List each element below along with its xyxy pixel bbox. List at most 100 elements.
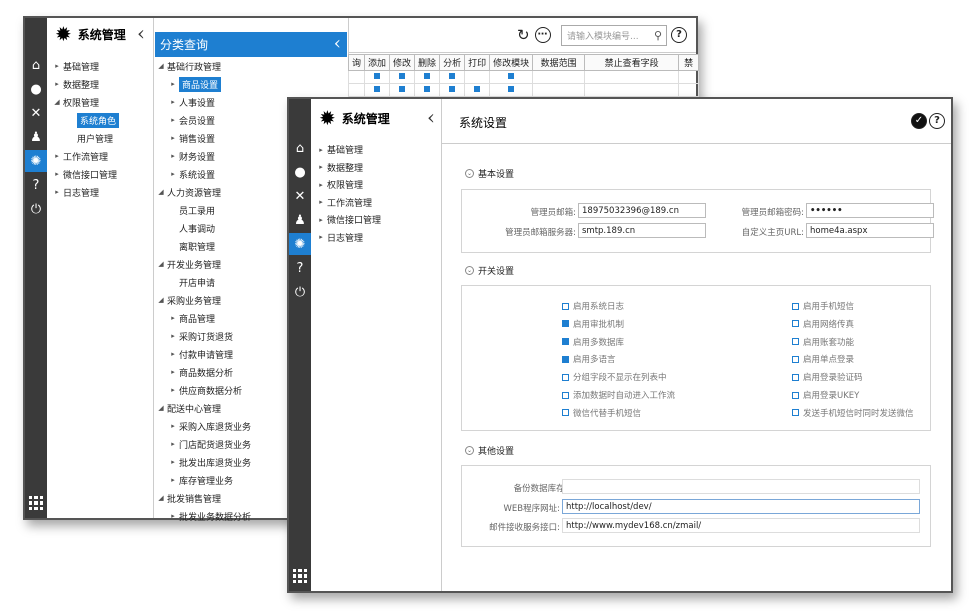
collapse-chevron-icon[interactable]: ‹ [334,33,341,54]
tree-item[interactable]: ▸ 商品管理 [155,309,251,327]
tools-icon[interactable]: ✕ [289,185,311,207]
tools-icon[interactable]: ✕ [25,102,47,124]
tree-item[interactable]: 人事调动 [155,219,251,237]
backup-path-field[interactable] [562,479,920,494]
checkbox[interactable] [792,391,799,399]
checkbox[interactable] [792,338,799,346]
sidebar-item[interactable]: 用户管理 [51,129,119,147]
checkbox[interactable] [562,320,569,328]
user-icon[interactable]: ♟ [289,209,311,231]
confirm-icon[interactable]: ✓ [911,113,927,129]
switch-option[interactable]: 启用多语言 [562,353,616,365]
user-icon[interactable]: ♟ [25,126,47,148]
switch-option[interactable]: 启用单点登录 [792,353,854,365]
tree-item[interactable]: 员工录用 [155,201,251,219]
checkbox[interactable] [562,355,569,363]
checkbox[interactable] [562,302,569,310]
collapse-icon[interactable]: ⌄ [465,446,474,455]
tree-item[interactable]: ▸ 人事设置 [155,93,251,111]
tree-item[interactable]: ▸ 系统设置 [155,165,251,183]
table-cell[interactable] [347,83,366,97]
power-icon[interactable]: ⏻ [289,281,311,303]
sidebar-item[interactable]: ▸ 基础管理 [315,141,381,159]
tree-item[interactable]: ◢ 批发销售管理 [155,489,251,507]
checkbox[interactable] [792,320,799,328]
switch-option[interactable]: 微信代替手机短信 [562,407,641,419]
table-cell[interactable] [532,70,586,84]
sidebar-item[interactable]: ◢ 权限管理 [51,93,119,111]
tree-item[interactable]: ◢ 采购业务管理 [155,291,251,309]
tree-item[interactable]: ▸ 批发出库退货业务 [155,453,251,471]
switch-option[interactable]: 启用账套功能 [792,336,854,348]
checkbox[interactable] [374,86,381,92]
checkbox[interactable] [374,73,381,79]
checkbox[interactable] [792,373,799,381]
checkbox[interactable] [562,391,569,399]
collapse-icon[interactable]: ⌄ [465,266,474,275]
table-cell[interactable] [347,70,366,84]
search-input[interactable]: 请输入模块编号... ⚲ [561,25,667,46]
home-icon[interactable]: ⌂ [25,54,47,76]
tree-item[interactable]: ◢ 人力资源管理 [155,183,251,201]
help-icon[interactable]: ? [929,113,945,129]
mail-service-field[interactable]: http://www.mydev168.cn/zmail/ [562,518,920,533]
checkbox[interactable] [424,73,431,79]
switch-option[interactable]: 启用系统日志 [562,300,624,312]
table-cell[interactable] [464,70,491,84]
checkbox[interactable] [562,409,569,417]
tree-item[interactable]: ▸ 商品数据分析 [155,363,251,381]
switch-option[interactable]: 添加数据时自动进入工作流 [562,389,675,401]
refresh-icon[interactable]: ↻ [517,26,530,44]
table-cell[interactable] [364,83,391,97]
tree-item[interactable]: ▸ 门店配货退货业务 [155,435,251,453]
sidebar-item[interactable]: ▸ 工作流管理 [315,194,381,212]
sidebar-item[interactable]: ▸ 工作流管理 [51,147,119,165]
table-cell[interactable] [678,83,700,97]
table-cell[interactable] [584,70,680,84]
table-cell[interactable] [439,83,466,97]
collapse-chevron-icon[interactable]: ‹ [427,107,435,127]
apps-grid-icon[interactable] [293,569,307,583]
checkbox[interactable] [562,338,569,346]
sidebar-item[interactable]: ▸ 微信接口管理 [315,211,381,229]
switch-option[interactable]: 分组字段不显示在列表中 [562,371,667,383]
help-icon[interactable]: ? [671,27,687,43]
checkbox[interactable] [474,86,481,92]
tree-item[interactable]: 开店申请 [155,273,251,291]
chat-icon[interactable]: ● [289,161,311,183]
checkbox[interactable] [449,73,456,79]
checkbox[interactable] [792,355,799,363]
checkbox[interactable] [399,86,406,92]
home-url-field[interactable]: home4a.aspx [806,223,934,238]
home-icon[interactable]: ⌂ [289,137,311,159]
tree-item[interactable]: ▸ 采购入库退货业务 [155,417,251,435]
tree-item[interactable]: ◢ 配送中心管理 [155,399,251,417]
switch-option[interactable]: 启用手机短信 [792,300,854,312]
table-cell[interactable] [489,83,534,97]
switch-option[interactable]: 启用审批机制 [562,318,624,330]
tree-item[interactable]: ▸ 采购订货退货 [155,327,251,345]
web-url-field[interactable]: http://localhost/dev/ [562,499,920,514]
checkbox[interactable] [792,302,799,310]
sidebar-item[interactable]: ▸ 日志管理 [51,183,119,201]
table-cell[interactable] [364,70,391,84]
sidebar-item[interactable]: ▸ 权限管理 [315,176,381,194]
table-cell[interactable] [678,70,700,84]
tree-item[interactable]: ▸ 批发业务数据分析 [155,507,251,525]
checkbox[interactable] [508,86,515,92]
apps-grid-icon[interactable] [29,496,43,510]
checkbox[interactable] [399,73,406,79]
more-icon[interactable]: ⋯ [534,27,551,43]
power-icon[interactable]: ⏻ [25,198,47,220]
search-icon[interactable]: ⚲ [654,29,662,42]
tree-item[interactable]: ▸ 商品设置 [155,75,251,93]
tree-item[interactable]: ◢ 开发业务管理 [155,255,251,273]
checkbox[interactable] [508,73,515,79]
admin-password-field[interactable]: •••••• [806,203,934,218]
table-cell[interactable] [414,70,441,84]
switch-option[interactable]: 发送手机短信时同时发送微信 [792,407,914,419]
checkbox[interactable] [449,86,456,92]
collapse-icon[interactable]: ⌄ [465,169,474,178]
sidebar-item[interactable]: ▸ 基础管理 [51,57,119,75]
smtp-field[interactable]: smtp.189.cn [578,223,706,238]
